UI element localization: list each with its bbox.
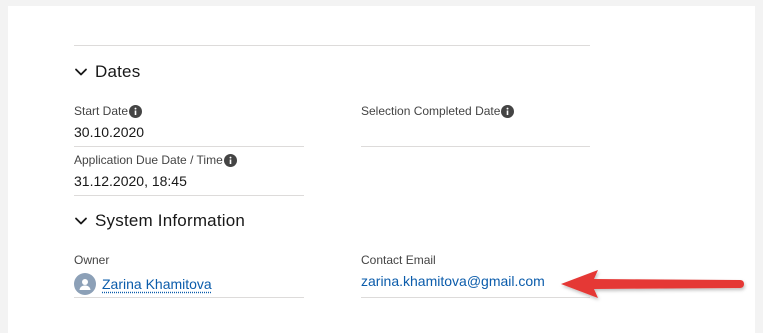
- owner-label: Owner: [74, 253, 110, 267]
- system-information-section-title: System Information: [95, 211, 246, 230]
- field-underline: [74, 297, 304, 298]
- field-underline: [74, 146, 304, 147]
- info-icon[interactable]: [501, 104, 515, 118]
- contact-email-field: Contact Email zarina.khamitova@gmail.com: [361, 253, 590, 298]
- owner-link[interactable]: Zarina Khamitova: [102, 276, 212, 292]
- info-icon[interactable]: [223, 153, 237, 167]
- application-due-field: Application Due Date / Time 31.12.2020, …: [74, 153, 304, 196]
- info-icon[interactable]: [129, 104, 143, 118]
- selection-completed-date-field: Selection Completed Date: [361, 104, 590, 147]
- field-underline: [74, 195, 304, 196]
- contact-email-label: Contact Email: [361, 253, 436, 267]
- owner-field: Owner Zarina Khamitova: [74, 253, 304, 298]
- chevron-down-icon: [75, 217, 87, 225]
- start-date-label: Start Date: [74, 104, 129, 118]
- contact-email-link[interactable]: zarina.khamitova@gmail.com: [361, 273, 590, 289]
- dates-section-toggle[interactable]: Dates: [74, 62, 140, 82]
- user-avatar-icon[interactable]: [74, 273, 96, 295]
- arrow-annotation: [561, 270, 744, 298]
- application-due-value: 31.12.2020, 18:45: [74, 173, 187, 189]
- field-underline: [361, 146, 590, 147]
- start-date-field: Start Date 30.10.2020: [74, 104, 304, 147]
- dates-section-title: Dates: [95, 62, 141, 81]
- application-due-label: Application Due Date / Time: [74, 153, 223, 167]
- chevron-down-icon: [75, 68, 87, 76]
- start-date-value: 30.10.2020: [74, 124, 145, 140]
- selection-completed-date-label: Selection Completed Date: [361, 104, 501, 118]
- section-divider: [74, 45, 590, 46]
- system-information-section-toggle[interactable]: System Information: [74, 211, 245, 231]
- selection-completed-date-value: [361, 124, 590, 141]
- field-underline: [361, 297, 590, 298]
